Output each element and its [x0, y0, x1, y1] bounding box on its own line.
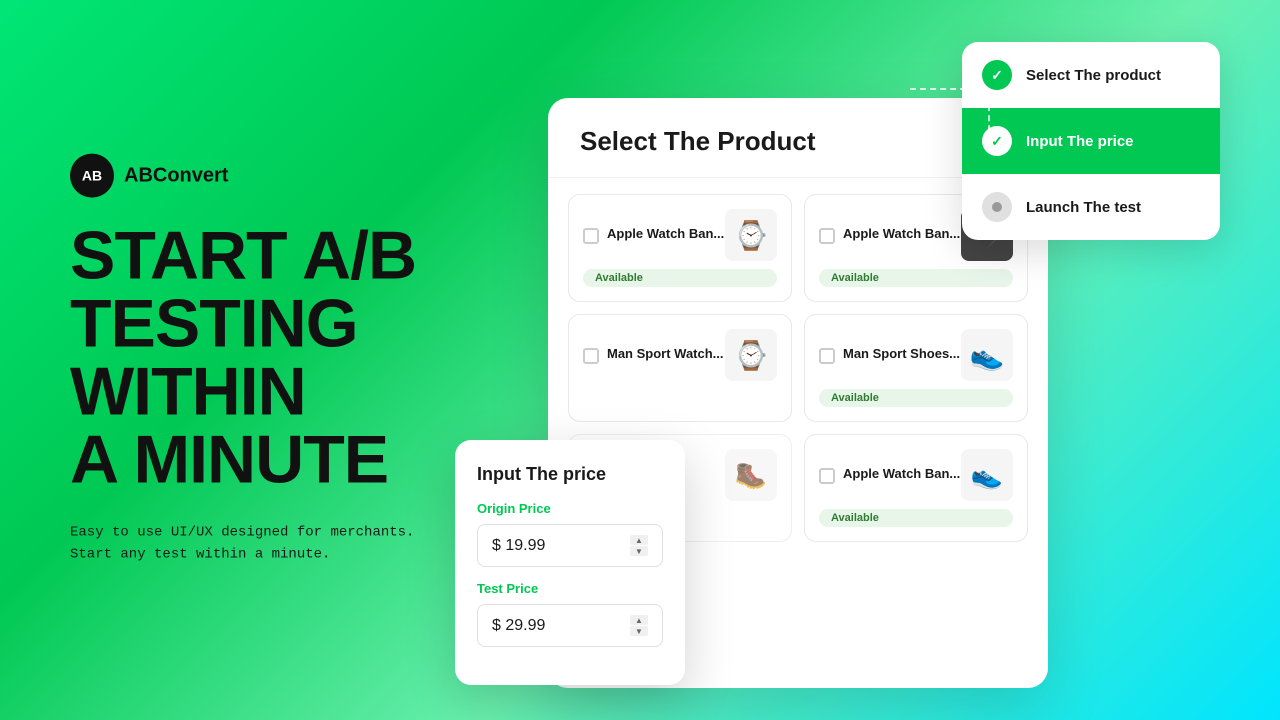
product-card-3[interactable]: Man Sport Watch... ⌚ [568, 314, 792, 422]
step-item-3[interactable]: Launch The test [962, 174, 1220, 240]
test-price-label: Test Price [477, 581, 663, 596]
product-badge-4: Available [819, 389, 1013, 407]
product-checkbox-4[interactable] [819, 348, 835, 364]
product-name-3: Man Sport Watch... [607, 346, 724, 363]
test-price-value: $ 29.99 [492, 617, 545, 635]
product-checkbox-6[interactable] [819, 468, 835, 484]
step-check-icon-2: ✓ [991, 133, 1003, 150]
test-price-stepper[interactable]: ▲ ▼ [630, 615, 648, 636]
test-price-input[interactable]: $ 29.99 ▲ ▼ [477, 604, 663, 647]
left-section: AB ABConvert START A/BTESTINGWITHINA MIN… [70, 154, 460, 567]
origin-price-input[interactable]: $ 19.99 ▲ ▼ [477, 524, 663, 567]
origin-price-value: $ 19.99 [492, 537, 545, 555]
product-name-6: Apple Watch Ban... [843, 466, 960, 483]
step-item-1[interactable]: ✓ Select The product [962, 42, 1220, 108]
price-card: Input The price Origin Price $ 19.99 ▲ ▼… [455, 440, 685, 685]
product-name-2: Apple Watch Ban... [843, 226, 960, 243]
product-img-4: 👟 [961, 329, 1013, 381]
product-badge-6: Available [819, 509, 1013, 527]
logo-icon: AB [70, 154, 114, 198]
origin-stepper-up[interactable]: ▲ [630, 535, 648, 545]
hero-title: START A/BTESTINGWITHINA MINUTE [70, 222, 460, 494]
step-circle-3 [982, 192, 1012, 222]
product-badge-1: Available [583, 269, 777, 287]
step-item-2[interactable]: ✓ Input The price [962, 108, 1220, 174]
logo-area: AB ABConvert [70, 154, 460, 198]
price-card-title: Input The price [477, 464, 663, 485]
steps-panel: ✓ Select The product ✓ Input The price L… [962, 42, 1220, 240]
step-circle-1: ✓ [982, 60, 1012, 90]
step-check-icon-1: ✓ [991, 67, 1003, 84]
step-label-2: Input The price [1026, 133, 1134, 150]
origin-price-label: Origin Price [477, 501, 663, 516]
test-stepper-down[interactable]: ▼ [630, 626, 648, 636]
logo-name: ABConvert [124, 164, 228, 187]
hero-subtitle: Easy to use UI/UX designed for merchants… [70, 522, 460, 567]
product-card-6[interactable]: Apple Watch Ban... 👟 Available [804, 434, 1028, 542]
product-badge-2: Available [819, 269, 1013, 287]
product-name-1: Apple Watch Ban... [607, 226, 724, 243]
product-checkbox-1[interactable] [583, 228, 599, 244]
step-label-1: Select The product [1026, 67, 1161, 84]
test-stepper-up[interactable]: ▲ [630, 615, 648, 625]
origin-stepper-down[interactable]: ▼ [630, 546, 648, 556]
origin-price-stepper[interactable]: ▲ ▼ [630, 535, 648, 556]
product-card-1[interactable]: Apple Watch Ban... ⌚ Available [568, 194, 792, 302]
product-img-3: ⌚ [725, 329, 777, 381]
product-checkbox-3[interactable] [583, 348, 599, 364]
product-checkbox-2[interactable] [819, 228, 835, 244]
product-name-4: Man Sport Shoes... [843, 346, 960, 363]
step-label-3: Launch The test [1026, 199, 1141, 216]
product-card-4[interactable]: Man Sport Shoes... 👟 Available [804, 314, 1028, 422]
product-img-6: 👟 [961, 449, 1013, 501]
product-img-1: ⌚ [725, 209, 777, 261]
product-img-5: 🥾 [725, 449, 777, 501]
deco-line-1 [910, 88, 990, 148]
